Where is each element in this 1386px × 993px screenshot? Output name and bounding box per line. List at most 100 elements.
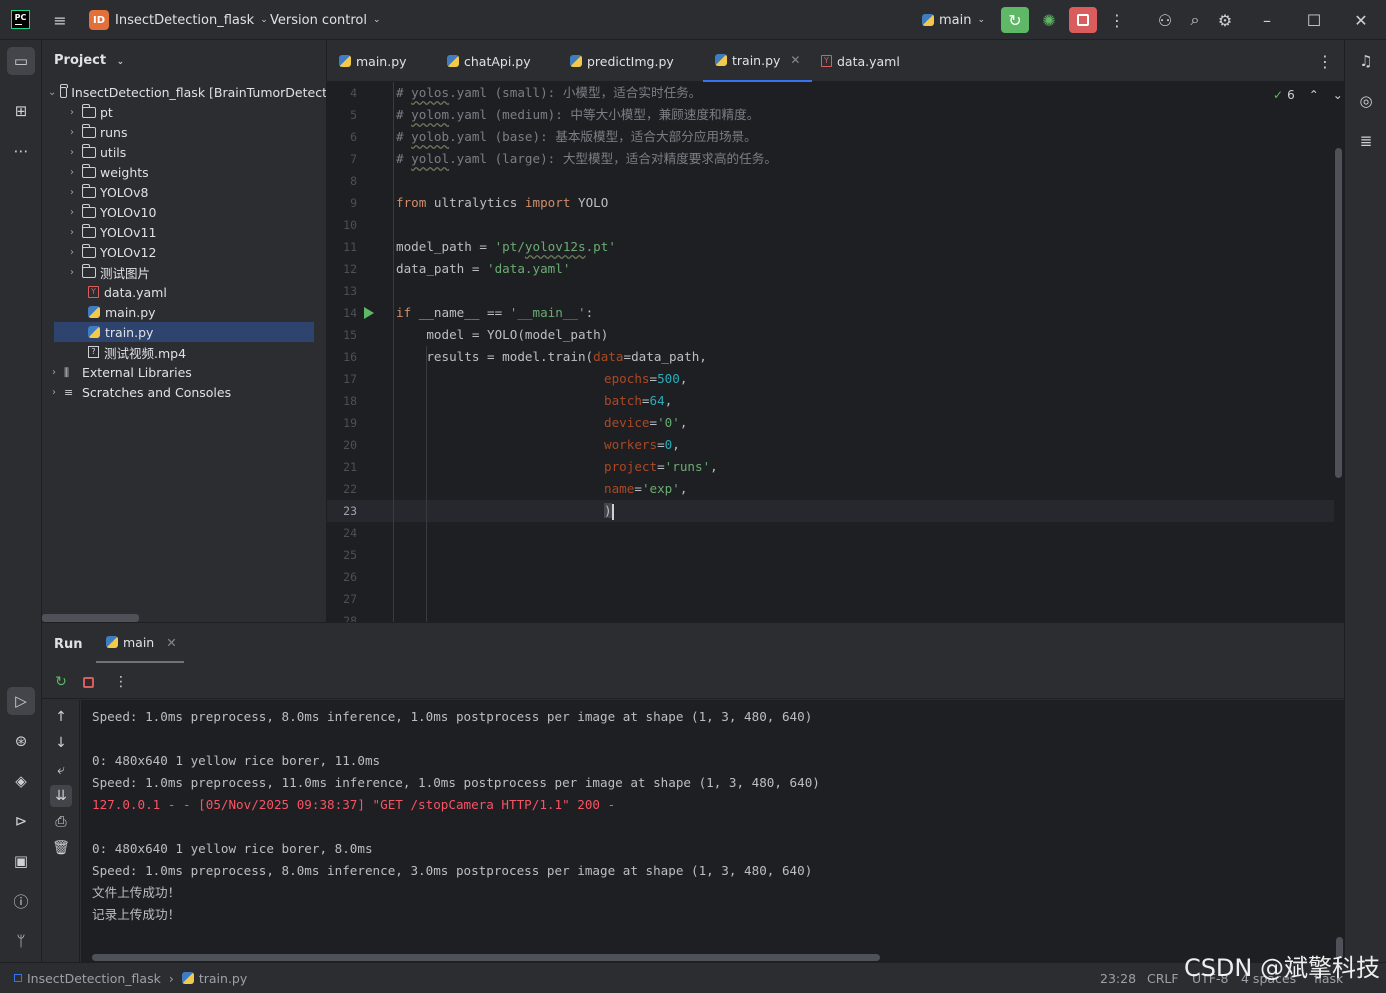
tree-item-train-py[interactable]: train.py xyxy=(54,322,314,342)
python-packages-icon[interactable]: ◈ xyxy=(7,767,35,795)
tree-item-pt[interactable]: › pt xyxy=(42,102,326,122)
run-toolbar: ↻ ⋮ xyxy=(42,667,1344,699)
tree-item-yolov12[interactable]: › YOLOv12 xyxy=(42,242,326,262)
minimize-icon[interactable]: – xyxy=(1253,7,1281,33)
project-panel-label: Project xyxy=(54,53,107,68)
tree-item-yolov11[interactable]: › YOLOv11 xyxy=(42,222,326,242)
tree-item-test-video[interactable]: ? 测试视频.mp4 xyxy=(42,342,326,362)
inspection-widget[interactable]: ✓ 6 ⌃ ⌄ xyxy=(1273,88,1343,102)
close-window-icon[interactable]: ✕ xyxy=(1347,7,1375,33)
more-options-icon[interactable]: ⋮ xyxy=(110,671,132,693)
chevron-right-icon[interactable]: › xyxy=(66,227,78,238)
chevron-right-icon[interactable]: › xyxy=(66,147,78,158)
debug-icon[interactable]: ✺ xyxy=(1035,7,1063,33)
main-menu-icon[interactable]: ≡ xyxy=(46,7,74,33)
structure-icon[interactable]: ⊞ xyxy=(7,97,35,125)
tree-item-label: runs xyxy=(100,124,128,140)
notifications-bell-icon[interactable]: ♫ xyxy=(1352,47,1380,75)
run-tool-icon[interactable]: ▷ xyxy=(7,687,35,715)
code-editor[interactable]: 4 5 6 7 8 9 10 11 12 13 14 15 16 17 18 1… xyxy=(327,82,1344,622)
project-panel-title[interactable]: Project ⌄ xyxy=(54,53,124,68)
run-config-selector[interactable]: main ⌄ xyxy=(922,0,985,40)
services-icon[interactable]: ⊳ xyxy=(7,807,35,835)
tree-item-utils[interactable]: › utils xyxy=(42,142,326,162)
chevron-right-icon[interactable]: › xyxy=(66,167,78,178)
tab-predictimg-py[interactable]: predictImg.py xyxy=(558,40,686,82)
trash-icon[interactable]: 🗑 xyxy=(50,837,72,859)
run-tab-main[interactable]: main ✕ xyxy=(96,623,184,663)
rerun-icon[interactable]: ↻ xyxy=(1001,7,1029,33)
chevron-right-icon[interactable]: › xyxy=(66,267,78,278)
tree-item-label: YOLOv8 xyxy=(100,184,149,200)
caret-position[interactable]: 23:28 xyxy=(1100,963,1136,993)
print-icon[interactable]: ⎙ xyxy=(50,811,72,833)
chevron-up-icon[interactable]: ⌃ xyxy=(1309,88,1319,102)
rerun-icon[interactable]: ↻ xyxy=(50,671,72,693)
chevron-right-icon[interactable]: › xyxy=(66,127,78,138)
editor-vertical-scrollbar[interactable] xyxy=(1335,148,1342,478)
soft-wrap-icon[interactable]: ⤶ xyxy=(50,759,72,781)
console-line-error[interactable]: 127.0.0.1 - - [05/Nov/2025 09:38:37] "GE… xyxy=(92,794,615,816)
chevron-right-icon[interactable]: › xyxy=(66,247,78,258)
stop-icon[interactable] xyxy=(77,671,99,693)
tree-root[interactable]: ⌄ InsectDetection_flask [BrainTumorDetec… xyxy=(42,82,326,102)
python-file-icon xyxy=(447,55,459,67)
settings-gear-icon[interactable]: ⚙ xyxy=(1211,7,1239,33)
line-number: 20 xyxy=(343,438,357,452)
database-icon[interactable]: ≣ xyxy=(1352,127,1380,155)
tree-item-external-libraries[interactable]: › ⫼ External Libraries xyxy=(42,362,326,382)
arrow-down-icon[interactable]: ↓ xyxy=(50,732,72,754)
chevron-right-icon[interactable]: › xyxy=(66,187,78,198)
console-output[interactable]: Speed: 1.0ms preprocess, 8.0ms inference… xyxy=(81,700,1344,963)
line-number: 26 xyxy=(343,570,357,584)
breadcrumb-project[interactable]: InsectDetection_flask xyxy=(27,971,161,986)
tree-item-weights[interactable]: › weights xyxy=(42,162,326,182)
tree-item-runs[interactable]: › runs xyxy=(42,122,326,142)
git-icon[interactable]: ᛘ xyxy=(7,927,35,955)
version-control-menu[interactable]: Version control ⌄ xyxy=(270,0,381,40)
chevron-right-icon[interactable]: › xyxy=(48,367,60,378)
run-gutter-icon[interactable] xyxy=(364,307,374,319)
tree-item-yolov10[interactable]: › YOLOv10 xyxy=(42,202,326,222)
chevron-right-icon[interactable]: › xyxy=(48,387,60,398)
python-console-icon[interactable]: ⊛ xyxy=(7,727,35,755)
close-tab-icon[interactable]: ✕ xyxy=(790,53,800,67)
line-separator[interactable]: CRLF xyxy=(1147,963,1179,993)
folder-icon xyxy=(60,83,69,98)
project-folder-icon[interactable]: ▭ xyxy=(7,47,35,75)
tree-item-label: main.py xyxy=(105,304,156,320)
breadcrumb-file[interactable]: train.py xyxy=(199,971,247,986)
tabs-more-icon[interactable]: ⋮ xyxy=(1311,48,1339,74)
ai-assistant-icon[interactable]: ◎ xyxy=(1352,87,1380,115)
chevron-down-icon[interactable]: ⌄ xyxy=(1333,88,1343,102)
chevron-right-icon[interactable]: › xyxy=(66,107,78,118)
tab-main-py[interactable]: main.py xyxy=(327,40,419,82)
project-panel: Project ⌄ ⌄ InsectDetection_flask [Brain… xyxy=(42,40,327,622)
search-icon[interactable]: ⌕ xyxy=(1181,7,1209,33)
scroll-to-end-icon[interactable]: ⇊ xyxy=(50,785,72,807)
more-tools-icon[interactable]: ⋯ xyxy=(7,137,35,165)
add-user-icon[interactable]: ⚇ xyxy=(1151,7,1179,33)
more-actions-icon[interactable]: ⋮ xyxy=(1103,7,1131,33)
tree-item-data-yaml[interactable]: Y data.yaml xyxy=(42,282,326,302)
problems-icon[interactable]: ⓘ xyxy=(7,887,35,915)
project-horizontal-scrollbar[interactable] xyxy=(42,614,139,622)
tab-chatapi-py[interactable]: chatApi.py xyxy=(435,40,543,82)
tab-data-yaml[interactable]: Y data.yaml xyxy=(809,40,912,82)
console-horizontal-scrollbar[interactable] xyxy=(92,954,880,961)
maximize-icon[interactable]: ☐ xyxy=(1300,7,1328,33)
chevron-right-icon[interactable]: › xyxy=(66,207,78,218)
tree-item-scratches[interactable]: › ≡ Scratches and Consoles xyxy=(42,382,326,402)
pycharm-logo-icon[interactable]: PC xyxy=(11,10,30,29)
chevron-down-icon[interactable]: ⌄ xyxy=(48,87,56,98)
line-number: 14 xyxy=(343,306,357,320)
arrow-up-icon[interactable]: ↑ xyxy=(50,706,72,728)
project-switcher[interactable]: ID InsectDetection_flask ⌄ xyxy=(89,0,268,40)
tree-item-test-images[interactable]: › 测试图片 xyxy=(42,262,326,282)
tree-item-yolov8[interactable]: › YOLOv8 xyxy=(42,182,326,202)
tab-train-py[interactable]: train.py ✕ xyxy=(703,40,813,82)
stop-button[interactable] xyxy=(1069,7,1097,33)
close-tab-icon[interactable]: ✕ xyxy=(166,635,176,650)
terminal-icon[interactable]: ▣ xyxy=(7,847,35,875)
tree-item-main-py[interactable]: main.py xyxy=(42,302,326,322)
